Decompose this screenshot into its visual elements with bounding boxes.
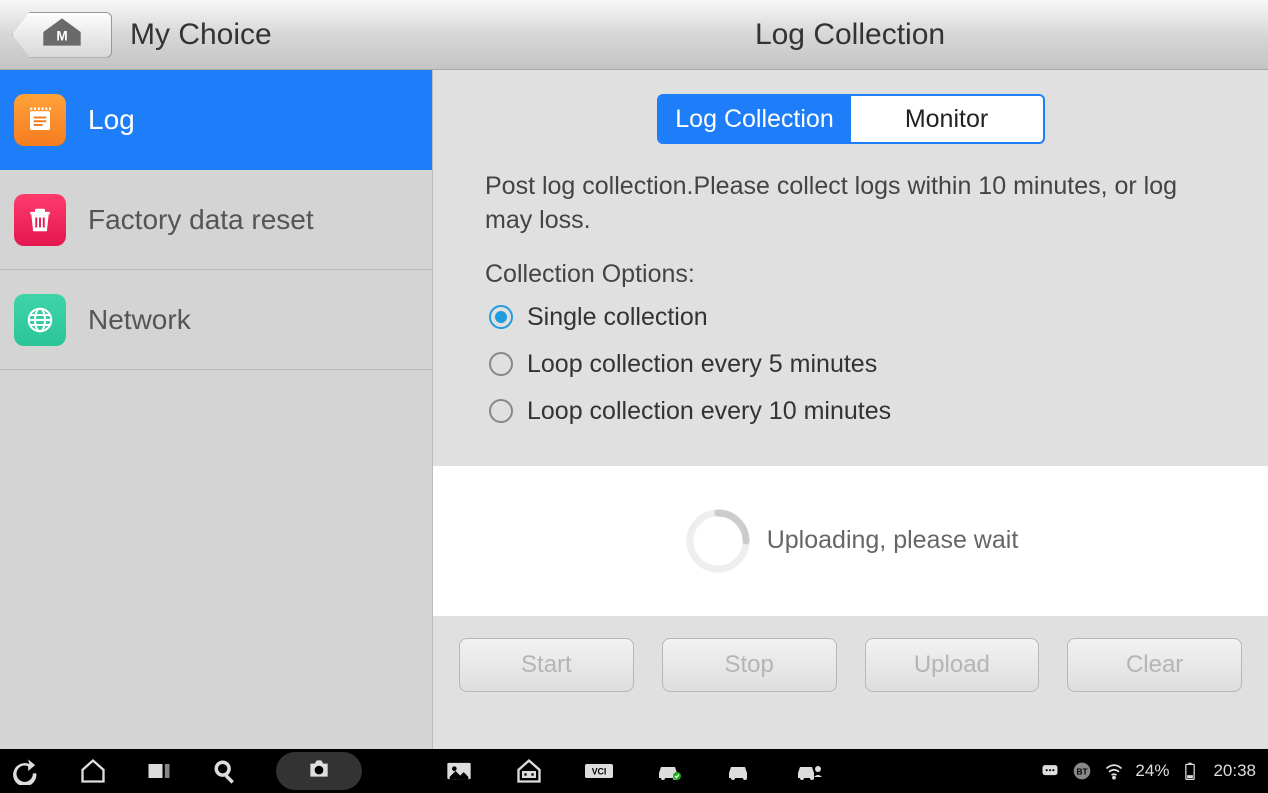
- sidebar-item-label: Log: [88, 104, 135, 136]
- svg-text:VCI: VCI: [592, 767, 607, 777]
- home-button[interactable]: M: [12, 12, 112, 58]
- sidebar-item-log[interactable]: Log: [0, 70, 432, 170]
- sidebar-item-label: Factory data reset: [88, 204, 314, 236]
- clear-button[interactable]: Clear: [1067, 638, 1242, 692]
- header-right-title: Log Collection: [432, 18, 1268, 52]
- camera-icon: [306, 756, 332, 787]
- tab-monitor[interactable]: Monitor: [851, 96, 1043, 142]
- clock-time: 20:38: [1213, 761, 1256, 781]
- trash-icon: [14, 194, 66, 246]
- camera-button[interactable]: [276, 752, 362, 790]
- search-icon[interactable]: [210, 756, 240, 786]
- instruction-text: Post log collection.Please collect logs …: [459, 170, 1242, 238]
- back-icon[interactable]: [12, 756, 42, 786]
- recent-apps-icon[interactable]: [144, 756, 174, 786]
- globe-icon: [14, 294, 66, 346]
- options-label: Collection Options:: [459, 260, 1242, 289]
- car-icon[interactable]: [724, 756, 754, 786]
- spinner-icon: [683, 506, 753, 576]
- tab-log-collection[interactable]: Log Collection: [659, 96, 851, 142]
- svg-text:M: M: [56, 29, 67, 44]
- content-panel: Log Collection Monitor Post log collecti…: [432, 70, 1268, 749]
- home-m-icon: M: [36, 15, 88, 54]
- radio-label: Loop collection every 10 minutes: [527, 397, 891, 426]
- nav-right-group: BT 24% 20:38: [1039, 760, 1256, 782]
- segmented-control: Log Collection Monitor: [657, 94, 1045, 144]
- radio-loop-5min[interactable]: Loop collection every 5 minutes: [459, 350, 1242, 379]
- nav-left-group: [12, 752, 362, 790]
- radio-label: Single collection: [527, 303, 708, 332]
- action-button-row: Start Stop Upload Clear: [459, 638, 1242, 692]
- status-text: Uploading, please wait: [767, 526, 1019, 555]
- nav-center-group: VCI: [444, 756, 824, 786]
- system-navbar: VCI BT 24% 20:38: [0, 749, 1268, 793]
- wifi-icon: [1103, 760, 1125, 782]
- car-check-icon[interactable]: [654, 756, 684, 786]
- sidebar-item-network[interactable]: Network: [0, 270, 432, 370]
- radio-icon: [489, 352, 513, 376]
- stop-button[interactable]: Stop: [662, 638, 837, 692]
- header-left-title: My Choice: [130, 18, 272, 52]
- status-band: Uploading, please wait: [433, 466, 1268, 616]
- radio-icon: [489, 399, 513, 423]
- sidebar-item-factory-reset[interactable]: Factory data reset: [0, 170, 432, 270]
- vci-icon[interactable]: VCI: [584, 756, 614, 786]
- message-icon[interactable]: [1039, 760, 1061, 782]
- radio-loop-10min[interactable]: Loop collection every 10 minutes: [459, 397, 1242, 426]
- radio-single-collection[interactable]: Single collection: [459, 303, 1242, 332]
- house-icon[interactable]: [514, 756, 544, 786]
- sidebar: Log Factory data reset: [0, 70, 432, 749]
- bluetooth-icon: BT: [1071, 760, 1093, 782]
- picture-icon[interactable]: [444, 756, 474, 786]
- header-bar: M My Choice Log Collection: [0, 0, 1268, 70]
- log-icon: [14, 94, 66, 146]
- upload-button[interactable]: Upload: [865, 638, 1040, 692]
- sidebar-item-label: Network: [88, 304, 191, 336]
- segmented-control-wrap: Log Collection Monitor: [459, 94, 1242, 144]
- battery-icon: [1179, 760, 1201, 782]
- start-button[interactable]: Start: [459, 638, 634, 692]
- svg-text:BT: BT: [1077, 766, 1088, 776]
- radio-icon: [489, 305, 513, 329]
- main-area: Log Factory data reset: [0, 70, 1268, 749]
- car-user-icon[interactable]: [794, 756, 824, 786]
- home-icon[interactable]: [78, 756, 108, 786]
- battery-percent: 24%: [1135, 761, 1169, 781]
- radio-label: Loop collection every 5 minutes: [527, 350, 877, 379]
